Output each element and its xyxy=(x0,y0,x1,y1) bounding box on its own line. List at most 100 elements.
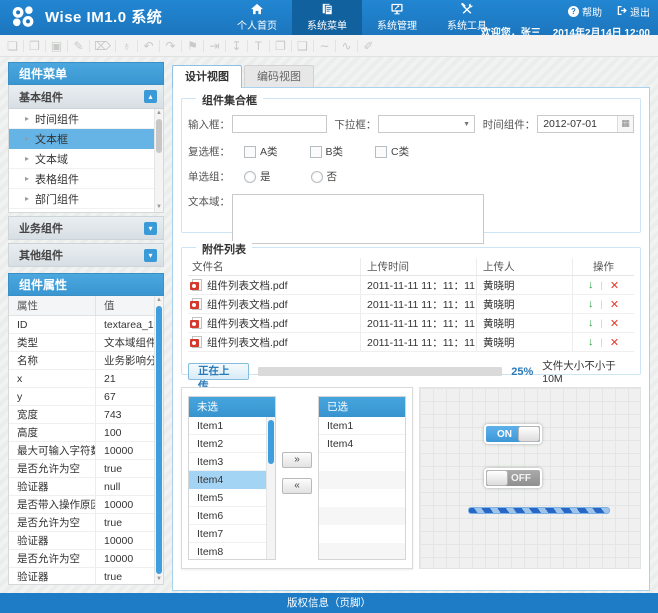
open-folder-icon[interactable]: ❒ xyxy=(28,39,41,53)
list-item[interactable]: Item1 xyxy=(189,417,267,435)
toolbar-separator xyxy=(291,40,292,52)
accordion-basic-components[interactable]: 基本组件 ▴ xyxy=(8,85,164,109)
checkbox[interactable] xyxy=(310,146,322,158)
tab-design-view[interactable]: 设计视图 xyxy=(172,65,242,88)
scroll-up-icon[interactable]: ▲ xyxy=(155,109,163,118)
list-item[interactable]: Item4 xyxy=(319,435,405,453)
list-item[interactable]: Item7 xyxy=(189,525,267,543)
list-item[interactable]: Item6 xyxy=(189,507,267,525)
toggle-off[interactable]: OFF xyxy=(484,468,542,488)
date-input[interactable]: 2012-07-01 ▦ xyxy=(537,115,634,133)
property-value: 100 xyxy=(95,424,156,441)
flag-icon[interactable]: ⚑ xyxy=(186,39,199,53)
scroll-up-icon[interactable]: ▲ xyxy=(155,296,163,305)
download-icon[interactable]: ↓ xyxy=(588,317,594,329)
checkbox[interactable] xyxy=(375,146,387,158)
checkbox-label: B类 xyxy=(326,144,344,159)
delete-icon[interactable]: ✕ xyxy=(610,298,619,311)
attachment-file-cell: 组件列表文档.pdf xyxy=(188,335,360,350)
toggle-knob[interactable] xyxy=(486,470,508,486)
list-item[interactable]: Item1 xyxy=(319,417,405,435)
delete-icon[interactable]: ✕ xyxy=(610,317,619,330)
toggle-knob[interactable] xyxy=(518,426,540,442)
scrollbar-thumb[interactable] xyxy=(156,306,162,574)
nav-item-monitor[interactable]: 系统管理 xyxy=(362,0,432,35)
publish-icon[interactable]: ♁ xyxy=(120,39,133,53)
move-left-button[interactable]: « xyxy=(282,478,312,494)
doc-up-icon[interactable]: ❐ xyxy=(274,39,287,53)
attachment-time-cell: 2011-11-11 11：11：11 xyxy=(360,314,476,332)
component-item[interactable]: ▸时间组件 xyxy=(9,109,154,129)
list-item[interactable]: Item8 xyxy=(189,543,267,560)
component-item-label: 文本框 xyxy=(35,131,68,147)
toggle-on[interactable]: ON xyxy=(484,424,542,444)
download-icon[interactable]: ↓ xyxy=(588,298,594,310)
undo-icon[interactable]: ↶ xyxy=(142,39,155,53)
accordion-other-components[interactable]: 其他组件 ▾ xyxy=(8,243,164,267)
caret-right-icon: ▸ xyxy=(25,174,29,183)
component-menu-header: 组件菜单 xyxy=(8,62,164,85)
calendar-icon[interactable]: ▦ xyxy=(617,116,633,132)
help-button[interactable]: ? 帮助 xyxy=(568,4,602,19)
component-item[interactable]: ▸部门组件 xyxy=(9,189,154,209)
scroll-down-icon[interactable]: ▼ xyxy=(155,575,163,584)
select-label: 下拉框： xyxy=(334,117,376,132)
pdf-icon xyxy=(192,336,202,348)
collapse-icon[interactable]: ▴ xyxy=(144,90,157,103)
props-scrollbar[interactable]: ▲ ▼ xyxy=(154,296,163,584)
font-icon[interactable]: T xyxy=(252,39,265,53)
text-input[interactable] xyxy=(232,115,327,133)
download-icon[interactable]: ↓ xyxy=(588,279,594,291)
list-item[interactable]: Item4 xyxy=(189,471,267,489)
logout-button[interactable]: 退出 xyxy=(616,4,650,19)
redo-icon[interactable]: ↷ xyxy=(164,39,177,53)
wave-icon[interactable]: ∼ xyxy=(318,39,331,53)
nav-item-home[interactable]: 个人首页 xyxy=(222,0,292,35)
textarea-input[interactable] xyxy=(232,194,484,244)
delete-icon[interactable]: ✕ xyxy=(610,336,619,349)
delete-icon[interactable]: ⌦ xyxy=(94,39,111,53)
spline-icon[interactable]: ∿ xyxy=(340,39,353,53)
radio-label: 否 xyxy=(327,169,338,184)
list-item[interactable]: Item2 xyxy=(189,435,267,453)
delete-icon[interactable]: ✕ xyxy=(610,279,619,292)
pencil-icon[interactable]: ✐ xyxy=(362,39,375,53)
property-name: 宽度 xyxy=(9,407,95,422)
radio-button[interactable] xyxy=(244,171,256,183)
expand-icon[interactable]: ▾ xyxy=(144,222,157,235)
doc-info-icon[interactable]: ❑ xyxy=(296,39,309,53)
radio-button[interactable] xyxy=(311,171,323,183)
scroll-down-icon[interactable]: ▼ xyxy=(155,203,163,212)
property-value: null xyxy=(95,478,156,495)
list-item[interactable]: Item3 xyxy=(189,453,267,471)
new-file-icon[interactable]: ❏ xyxy=(6,39,19,53)
component-collection-fieldset: 组件集合框 输入框： 下拉框： ▼ 时间组件： 2012-07-01 ▦ xyxy=(181,98,641,233)
list-item[interactable]: Item5 xyxy=(189,489,267,507)
attachment-user-cell: 黄晓明 xyxy=(476,276,572,294)
accordion-business-components[interactable]: 业务组件 ▾ xyxy=(8,216,164,240)
scrollbar-thumb[interactable] xyxy=(156,119,162,153)
checkbox[interactable] xyxy=(244,146,256,158)
save-icon[interactable]: ▣ xyxy=(50,39,63,53)
toolbar-separator xyxy=(203,40,204,52)
attachment-ops-cell: ↓|✕ xyxy=(572,295,634,313)
component-item[interactable]: ▸表格组件 xyxy=(9,169,154,189)
dropdown-select[interactable]: ▼ xyxy=(378,115,475,133)
nav-item-menu[interactable]: 系统菜单 xyxy=(292,0,362,35)
list-scrollbar[interactable] xyxy=(266,417,275,559)
component-item[interactable]: ▸文本框 xyxy=(9,129,154,149)
list-scrollbar[interactable]: ▲ ▼ xyxy=(154,109,163,212)
tab-code-view[interactable]: 编码视图 xyxy=(244,65,314,88)
property-row: 是否带入操作原因10000 xyxy=(9,496,156,514)
property-value: 10000 xyxy=(95,496,156,513)
move-right-button[interactable]: » xyxy=(282,452,312,468)
scrollbar-thumb[interactable] xyxy=(268,420,274,464)
indent-icon[interactable]: ⇥ xyxy=(208,39,221,53)
component-item[interactable]: ▸文本域 xyxy=(9,149,154,169)
edit-icon[interactable]: ✎ xyxy=(72,39,85,53)
mark-down-icon[interactable]: ↧ xyxy=(230,39,243,53)
help-icon: ? xyxy=(568,6,579,17)
expand-icon[interactable]: ▾ xyxy=(144,249,157,262)
download-icon[interactable]: ↓ xyxy=(588,336,594,348)
uploading-button[interactable]: 正在上传 xyxy=(188,363,249,380)
